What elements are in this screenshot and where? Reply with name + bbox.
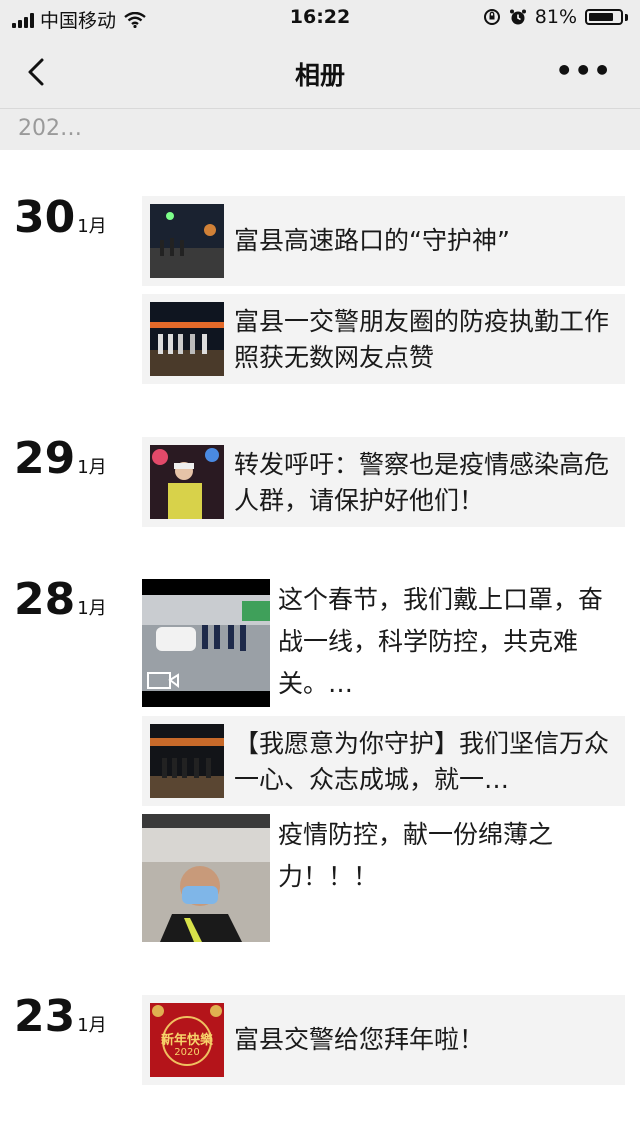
battery-icon: [585, 9, 623, 25]
more-options-icon[interactable]: •••: [555, 54, 612, 87]
post-text[interactable]: 这个春节，我们戴上口罩，奋战一线，科学防控，共克难关。…: [278, 579, 608, 705]
year-hint: 202…: [18, 116, 82, 141]
post-text: 富县高速路口的“守护神”: [234, 226, 510, 255]
post-text[interactable]: 疫情防控，献一份绵薄之力！！！: [278, 814, 618, 898]
alarm-icon: [509, 9, 526, 25]
post-text: 【我愿意为你守护】我们坚信万众一心、众志成城，就一…: [234, 729, 610, 794]
thumb-caption: 新年快樂: [160, 1033, 213, 1048]
album-post[interactable]: 富县高速路口的“守护神”: [142, 196, 625, 286]
album-post[interactable]: 【我愿意为你守护】我们坚信万众一心、众志成城，就一…: [142, 716, 625, 806]
month-label: 1月: [77, 457, 107, 478]
post-text: 转发呼吁：警察也是疫情感染高危人群，请保护好他们！: [234, 450, 610, 515]
post-thumbnail: [150, 204, 224, 278]
post-thumbnail: [150, 445, 224, 519]
video-thumbnail[interactable]: [142, 579, 270, 707]
month-label: 1月: [77, 216, 107, 237]
page-title: 相册: [294, 61, 345, 90]
day-number: 23: [14, 991, 76, 1042]
orientation-lock-icon: [483, 9, 500, 25]
post-thumbnail[interactable]: [142, 814, 270, 942]
status-right: 81%: [483, 6, 628, 28]
nav-bar: 相册 •••: [0, 40, 640, 106]
date-label-28: 28 1月: [14, 578, 107, 631]
month-label: 1月: [77, 1015, 107, 1036]
post-text: 富县交警给您拜年啦！: [234, 1025, 485, 1054]
date-label-29: 29 1月: [14, 437, 107, 490]
post-thumbnail: 新年快樂 2020: [150, 1003, 224, 1077]
status-bar: 中国移动 16:22 81%: [0, 0, 640, 36]
date-label-30: 30 1月: [14, 196, 107, 249]
day-number: 30: [14, 192, 76, 243]
header-divider: [0, 108, 640, 109]
post-text: 富县一交警朋友圈的防疫执勤工作照获无数网友点赞: [234, 307, 610, 372]
album-post[interactable]: 新年快樂 2020 富县交警给您拜年啦！: [142, 995, 625, 1085]
day-number: 29: [14, 433, 76, 484]
album-post[interactable]: 转发呼吁：警察也是疫情感染高危人群，请保护好他们！: [142, 437, 625, 527]
post-thumbnail: [150, 724, 224, 798]
battery-percent: 81%: [534, 6, 577, 28]
day-number: 28: [14, 574, 76, 625]
header-area: 中国移动 16:22 81% 相册 ••• 202…: [0, 0, 640, 150]
month-label: 1月: [77, 598, 107, 619]
post-thumbnail: [150, 302, 224, 376]
date-label-23: 23 1月: [14, 995, 107, 1048]
thumb-year: 2020: [174, 1047, 200, 1058]
battery-tip: [625, 13, 628, 21]
album-post[interactable]: 富县一交警朋友圈的防疫执勤工作照获无数网友点赞: [142, 294, 625, 384]
